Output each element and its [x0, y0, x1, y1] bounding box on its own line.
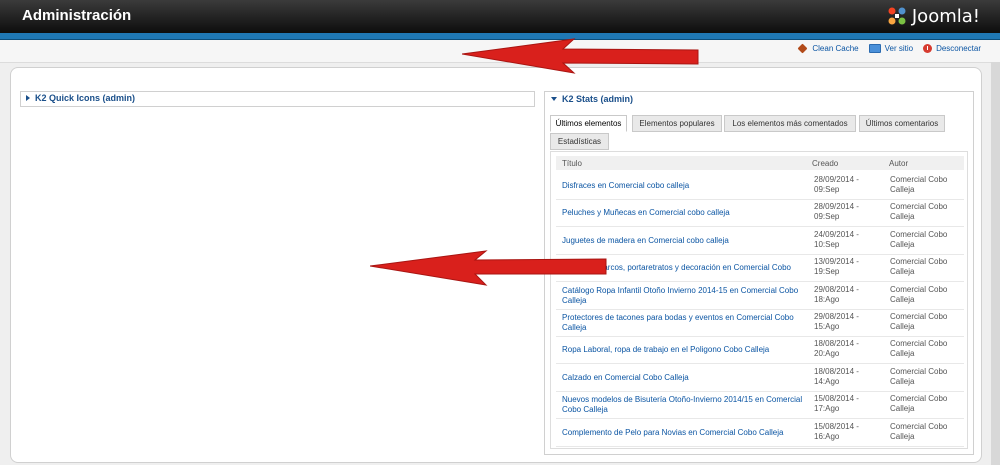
item-author: Comercial Cobo Calleja — [890, 312, 948, 331]
table-row: Cuadros, marcos, portaretratos y decorac… — [556, 254, 964, 283]
item-created-date: 18/08/2014 - 14:Ago — [814, 366, 859, 386]
item-created-date: 29/08/2014 - 18:Ago — [814, 284, 859, 304]
item-created-date: 28/09/2014 - 09:Sep — [814, 175, 859, 194]
broom-icon — [797, 43, 808, 54]
tab-statistics[interactable]: Estadísticas — [550, 133, 609, 150]
table-row: Catálogo Ropa Infantil Otoño Invierno 20… — [556, 282, 964, 310]
table-row: Peluches y Muñecas en Comercial cobo cal… — [556, 199, 964, 228]
table-row: Protectores de tacones para bodas y even… — [556, 309, 964, 337]
item-author: Comercial Cobo Calleja — [890, 202, 948, 222]
k2-quick-icons-toggle[interactable]: K2 Quick Icons (admin) — [26, 93, 135, 103]
collapse-down-icon — [551, 97, 557, 101]
table-row: Juguetes de madera en Comercial cobo cal… — [556, 227, 964, 255]
item-created-date: 29/08/2014 - 15:Ago — [814, 312, 859, 331]
admin-header: Administración Joomla! — [0, 0, 1000, 33]
item-created-date: 15/08/2014 - 17:Ago — [814, 394, 859, 414]
table-row: Calzado en Comercial Cobo Calleja 18/08/2… — [556, 364, 964, 392]
tab-latest-comments[interactable]: Últimos comentarios — [859, 115, 945, 132]
item-created-date: 28/09/2014 - 09:Sep — [814, 202, 859, 222]
item-title-link[interactable]: Peluches y Muñecas en Comercial cobo cal… — [562, 208, 804, 218]
page-scrollbar[interactable] — [991, 62, 1000, 465]
logout-link[interactable]: Desconectar — [923, 44, 981, 53]
item-author: Comercial Cobo Calleja — [890, 366, 948, 386]
view-site-link[interactable]: Ver sitio — [868, 44, 914, 53]
power-icon — [923, 44, 933, 53]
item-author: Comercial Cobo Calleja — [890, 339, 948, 359]
item-created-date: 15/08/2014 - 16:Ago — [814, 421, 859, 441]
item-title-link[interactable]: Catálogo Ropa Infantil Otoño Invierno 20… — [562, 286, 804, 306]
k2-stats-title: K2 Stats (admin) — [562, 94, 634, 104]
k2-quick-icons-title: K2 Quick Icons (admin) — [35, 93, 136, 103]
item-title-link[interactable]: Complemento de Pelo para Novias en Comer… — [562, 428, 804, 438]
item-title-link[interactable]: Nuevos modelos de Bisutería Otoño-Invier… — [562, 395, 804, 415]
annotation-arrow-middle — [370, 250, 607, 286]
item-author: Comercial Cobo Calleja — [890, 175, 948, 194]
expand-right-icon — [26, 95, 30, 101]
tab-popular-items[interactable]: Elementos populares — [632, 115, 722, 132]
item-author: Comercial Cobo Calleja — [890, 421, 948, 441]
joomla-logo-text: Joomla! — [911, 5, 980, 27]
page-title: Administración — [22, 7, 132, 24]
clean-cache-label: Clean Cache — [812, 44, 859, 53]
tab-latest-items[interactable]: Últimos elementos — [550, 115, 627, 132]
item-title-link[interactable]: Calzado en Comercial Cobo Calleja — [562, 373, 804, 383]
item-author: Comercial Cobo Calleja — [890, 284, 948, 304]
item-author: Comercial Cobo Calleja — [890, 229, 948, 249]
joomla-logo[interactable]: Joomla! — [886, 5, 980, 27]
tab-most-commented[interactable]: Los elementos más comentados — [724, 115, 856, 132]
col-title: Título — [562, 159, 583, 168]
clean-cache-link[interactable]: Clean Cache — [797, 43, 859, 54]
table-header: Título Creado Autor — [556, 156, 964, 170]
table-row: Nuevos modelos de Bisutería Otoño-Invier… — [556, 391, 964, 420]
view-site-label: Ver sitio — [884, 44, 914, 53]
item-title-link[interactable]: Protectores de tacones para bodas y even… — [562, 313, 804, 333]
table-row: Ropa Laboral, ropa de trabajo en el Poli… — [556, 336, 964, 365]
logout-label: Desconectar — [936, 44, 981, 53]
k2-quick-icons-panel: K2 Quick Icons (admin) — [20, 91, 535, 107]
joomla-logo-icon — [888, 7, 906, 25]
monitor-icon — [868, 44, 881, 53]
annotation-arrow-top — [462, 38, 699, 74]
item-created-date: 24/09/2014 - 10:Sep — [814, 229, 859, 249]
col-author: Autor — [889, 159, 909, 168]
item-title-link[interactable]: Ropa Laboral, ropa de trabajo en el Poli… — [562, 345, 804, 355]
latest-items-table: Título Creado Autor Disfraces en Comerci… — [550, 151, 968, 449]
item-created-date: 18/08/2014 - 20:Ago — [814, 339, 859, 359]
col-created: Creado — [812, 159, 839, 168]
table-row: Disfraces en Comercial cobo calleja 28/09… — [556, 172, 964, 200]
item-title-link[interactable]: Juguetes de madera en Comercial cobo cal… — [562, 236, 804, 246]
table-row: Complemento de Pelo para Novias en Comer… — [556, 419, 964, 447]
item-author: Comercial Cobo Calleja — [890, 394, 948, 414]
k2-stats-toggle[interactable]: K2 Stats (admin) — [551, 94, 633, 104]
item-author: Comercial Cobo Calleja — [890, 257, 948, 277]
item-title-link[interactable]: Disfraces en Comercial cobo calleja — [562, 181, 804, 191]
item-created-date: 13/09/2014 - 19:Sep — [814, 257, 859, 277]
